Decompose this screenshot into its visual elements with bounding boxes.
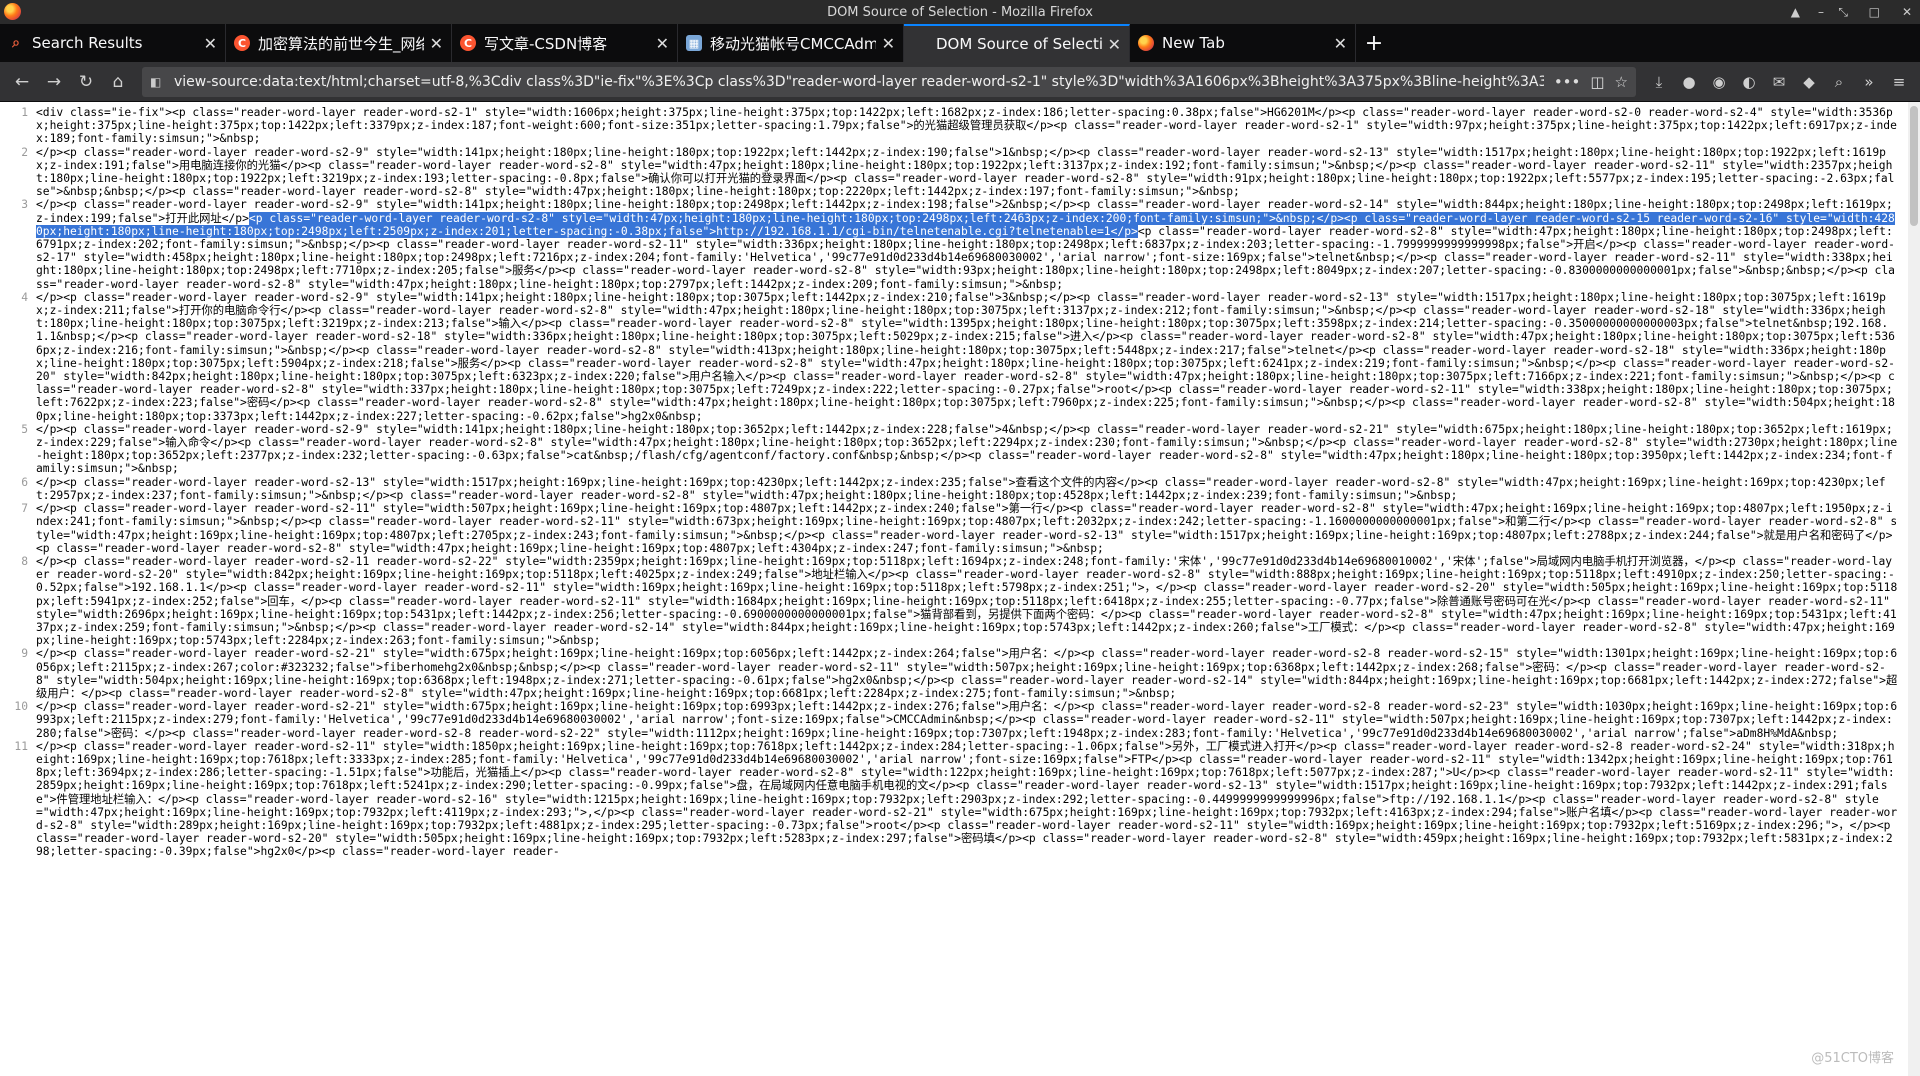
vertical-scrollbar[interactable] [1908, 102, 1920, 1076]
search-results-icon: ⌕ [12, 35, 20, 51]
source-line: 10 </p><p class="reader-word-layer reader… [0, 700, 1920, 740]
close-window-button[interactable]: ✕ [1902, 0, 1912, 24]
close-tab-icon[interactable]: ✕ [656, 34, 669, 53]
page-info-icon[interactable]: ◧ [150, 75, 166, 89]
restore-button[interactable]: ⤡ [1838, 0, 1848, 24]
source-line: 5 </p><p class="reader-word-layer reader-… [0, 423, 1920, 476]
tab-title: 写文章-CSDN博客 [484, 34, 608, 53]
search-icon[interactable]: ⌕ [1824, 67, 1854, 97]
source-code[interactable]: </p><p class="reader-word-layer reader-w… [36, 700, 1920, 740]
source-code[interactable]: </p><p class="reader-word-layer reader-w… [36, 502, 1920, 555]
source-line: 9 </p><p class="reader-word-layer reader-… [0, 647, 1920, 700]
new-tab-button[interactable]: + [1356, 24, 1392, 62]
close-tab-icon[interactable]: ✕ [204, 34, 217, 53]
close-tab-icon[interactable]: ✕ [882, 34, 895, 53]
scroll-thumb[interactable] [1910, 106, 1918, 226]
line-number: 7 [21, 502, 28, 516]
source-code[interactable]: </p><p class="reader-word-layer reader-w… [36, 647, 1920, 700]
blank-page-icon [912, 36, 928, 52]
tab-search-results[interactable]: ⌕ Search Results ✕ [0, 24, 226, 62]
pocket-icon[interactable]: ◫ [1590, 73, 1604, 91]
tab-title: 加密算法的前世今生_网络 [258, 34, 424, 53]
source-line: 1 <div class="ie-fix"><p class="reader-wo… [0, 106, 1920, 146]
source-line: 2 </p><p class="reader-word-layer reader-… [0, 146, 1920, 199]
maximize-button[interactable]: □ [1869, 0, 1880, 24]
page-actions-icon[interactable]: ••• [1554, 73, 1581, 91]
source-code[interactable]: </p><p class="reader-word-layer reader-w… [36, 555, 1920, 647]
bookmark-star-icon[interactable]: ☆ [1615, 73, 1628, 91]
tab-csdn-article[interactable]: C 加密算法的前世今生_网络 ✕ [226, 24, 452, 62]
extension-dark-icon[interactable]: ● [1674, 67, 1704, 97]
source-code[interactable]: </p><p class="reader-word-layer reader-w… [36, 740, 1920, 859]
tab-strip: ⌕ Search Results ✕ C 加密算法的前世今生_网络 ✕ C 写文… [0, 24, 1920, 62]
downloads-icon[interactable]: ⤓ [1644, 67, 1674, 97]
forward-button[interactable]: → [38, 67, 70, 97]
reload-button[interactable]: ↻ [70, 67, 102, 97]
source-line: 11 </p><p class="reader-word-layer reader… [0, 740, 1920, 859]
line-number: 2 [21, 145, 28, 159]
tab-title: DOM Source of Selection [936, 35, 1102, 53]
source-code[interactable]: </p><p class="reader-word-layer reader-w… [36, 146, 1920, 199]
line-number: 10 [14, 700, 28, 714]
tab-csdn-write[interactable]: C 写文章-CSDN博客 ✕ [452, 24, 678, 62]
wechat-icon[interactable]: ✉ [1764, 67, 1794, 97]
watermark: @51CTO博客 [1811, 1051, 1894, 1066]
source-line: 3 </p><p class="reader-word-layer reader-… [0, 198, 1920, 290]
line-number: 3 [21, 198, 28, 212]
firefox-logo-icon [4, 3, 21, 20]
line-number: 4 [21, 290, 28, 304]
source-line: 7 </p><p class="reader-word-layer reader-… [0, 502, 1920, 555]
close-tab-icon[interactable]: ✕ [430, 34, 443, 53]
grid-icon: ▦ [686, 35, 702, 51]
csdn-icon: C [234, 35, 250, 51]
source-line: 4 </p><p class="reader-word-layer reader-… [0, 291, 1920, 423]
source-code[interactable]: </p><p class="reader-word-layer reader-w… [36, 291, 1920, 423]
overflow-chevron-icon[interactable]: » [1854, 67, 1884, 97]
tab-title: 移动光猫帐号CMCCAdmi [710, 34, 876, 53]
window-titlebar: DOM Source of Selection - Mozilla Firefo… [0, 0, 1920, 24]
source-line: 6 </p><p class="reader-word-layer reader-… [0, 476, 1920, 502]
source-code[interactable]: </p><p class="reader-word-layer reader-w… [36, 423, 1920, 476]
line-number: 5 [21, 422, 28, 436]
line-number: 1 [21, 106, 28, 119]
extension-shield-icon[interactable]: ◐ [1734, 67, 1764, 97]
line-number: 8 [21, 554, 28, 568]
tab-new-tab[interactable]: New Tab ✕ [1130, 24, 1356, 62]
keep-above-icon[interactable]: ▲ [1791, 0, 1800, 24]
extension-gray-icon[interactable]: ◆ [1794, 67, 1824, 97]
line-number: 11 [14, 739, 28, 753]
close-tab-icon[interactable]: ✕ [1108, 35, 1121, 54]
firefox-icon [1138, 35, 1154, 51]
tab-title: Search Results [32, 34, 143, 52]
tab-cmcc-admin[interactable]: ▦ 移动光猫帐号CMCCAdmi ✕ [678, 24, 904, 62]
url-bar[interactable]: ◧ view-source:data:text/html;charset=utf… [142, 66, 1636, 97]
navigation-toolbar: ← → ↻ ⌂ ◧ view-source:data:text/html;cha… [0, 62, 1920, 102]
source-code[interactable]: </p><p class="reader-word-layer reader-w… [36, 476, 1920, 502]
back-button[interactable]: ← [6, 67, 38, 97]
close-tab-icon[interactable]: ✕ [1334, 34, 1347, 53]
source-code[interactable]: </p><p class="reader-word-layer reader-w… [36, 198, 1920, 291]
line-number: 9 [21, 647, 28, 661]
csdn-icon: C [460, 35, 476, 51]
tab-title: New Tab [1162, 34, 1225, 52]
extension-green-icon[interactable]: ◉ [1704, 67, 1734, 97]
home-button[interactable]: ⌂ [102, 67, 134, 97]
hamburger-menu-icon[interactable]: ≡ [1884, 67, 1914, 97]
window-title: DOM Source of Selection - Mozilla Firefo… [827, 4, 1093, 20]
line-number: 6 [21, 475, 28, 489]
source-view[interactable]: 1 <div class="ie-fix"><p class="reader-wo… [0, 102, 1920, 1076]
source-code[interactable]: <div class="ie-fix"><p class="reader-wor… [36, 106, 1920, 146]
url-text[interactable]: view-source:data:text/html;charset=utf-8… [174, 74, 1544, 90]
source-line: 8 </p><p class="reader-word-layer reader-… [0, 555, 1920, 647]
tab-dom-source[interactable]: DOM Source of Selection ✕ [904, 24, 1130, 62]
minimize-button[interactable]: – [1818, 0, 1824, 24]
